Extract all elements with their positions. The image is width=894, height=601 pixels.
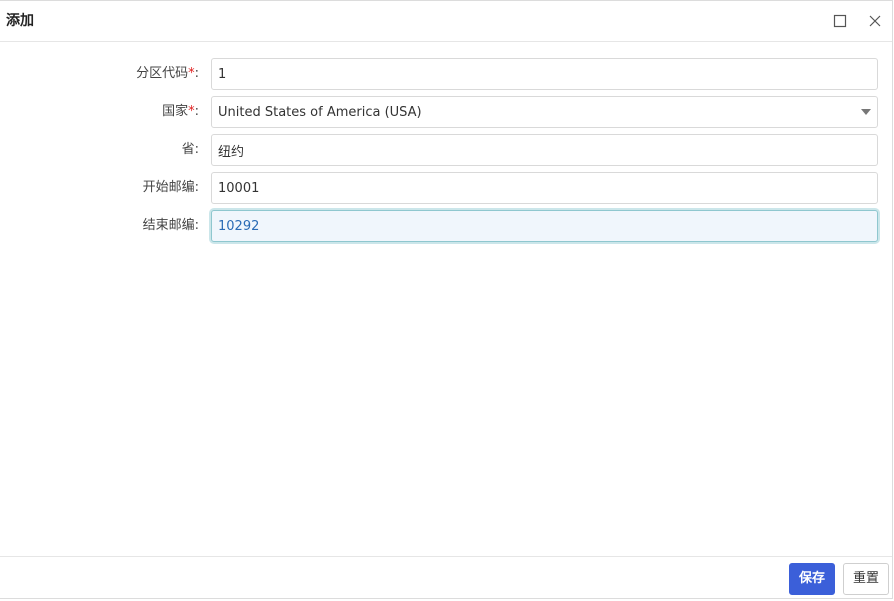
form-row-start-zip: 开始邮编: bbox=[0, 171, 892, 205]
add-dialog: 添加 分区代码*: 国家*: United States of America … bbox=[0, 0, 893, 599]
dialog-footer: 保存 重置 bbox=[0, 556, 892, 600]
maximize-icon[interactable] bbox=[832, 13, 848, 29]
save-button[interactable]: 保存 bbox=[789, 563, 835, 595]
dialog-title: 添加 bbox=[6, 13, 34, 29]
form-row-country: 国家*: United States of America (USA) bbox=[0, 95, 892, 129]
chevron-down-icon[interactable] bbox=[861, 109, 871, 115]
form-row-partition-code: 分区代码*: bbox=[0, 57, 892, 91]
country-select[interactable]: United States of America (USA) bbox=[211, 96, 878, 128]
partition-code-label: 分区代码*: bbox=[136, 66, 199, 81]
form-row-end-zip: 结束邮编: bbox=[0, 209, 892, 243]
form-row-province: 省: bbox=[0, 133, 892, 167]
start-zip-label: 开始邮编: bbox=[142, 180, 199, 195]
end-zip-label: 结束邮编: bbox=[142, 218, 199, 233]
end-zip-input[interactable] bbox=[211, 210, 878, 242]
province-input[interactable] bbox=[211, 134, 878, 166]
reset-button[interactable]: 重置 bbox=[843, 563, 889, 595]
country-selected-value: United States of America (USA) bbox=[218, 105, 422, 120]
close-icon[interactable] bbox=[867, 13, 883, 29]
dialog-titlebar: 添加 bbox=[0, 1, 892, 42]
start-zip-input[interactable] bbox=[211, 172, 878, 204]
province-label: 省: bbox=[181, 142, 199, 157]
country-label: 国家*: bbox=[162, 104, 199, 119]
partition-code-input[interactable] bbox=[211, 58, 878, 90]
